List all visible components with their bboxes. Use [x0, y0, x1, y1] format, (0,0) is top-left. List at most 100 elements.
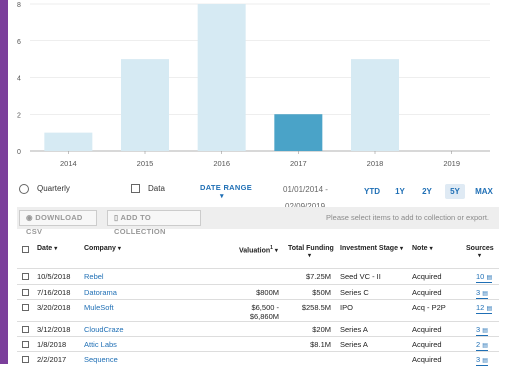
sources-link[interactable]: 2 ▤ — [476, 340, 488, 351]
document-icon: ▤ — [482, 291, 488, 297]
row-checkbox[interactable] — [22, 326, 29, 333]
range-button-max[interactable]: MAX — [473, 184, 495, 199]
sources-count: 2 — [476, 340, 481, 349]
sort-icon: ▾ — [117, 246, 121, 252]
sources-link[interactable]: 3 ▤ — [476, 325, 488, 336]
row-date: 7/16/2018 — [37, 288, 71, 297]
header-date[interactable]: Date ▾ — [37, 245, 57, 252]
quarterly-label: Quarterly — [37, 184, 70, 194]
download-csv-label: DOWNLOAD CSV — [26, 213, 83, 236]
data-label: Data — [148, 184, 165, 193]
range-button-2y[interactable]: 2Y — [418, 184, 436, 199]
header-valuation-label: Valuation — [239, 247, 271, 255]
table-row[interactable]: 3/20/2018 MuleSoft $6,500 - $6,860M $258.5M I… — [17, 299, 499, 321]
row-investment-stage: Seed VC - II — [340, 272, 381, 281]
header-note[interactable]: Note ▾ — [412, 245, 433, 252]
sort-icon: ▾ — [308, 253, 312, 259]
company-link[interactable]: MuleSoft — [84, 303, 114, 312]
sources-link[interactable]: 12 ▤ — [476, 303, 493, 314]
document-icon: ▤ — [482, 328, 488, 334]
accent-sidebar — [0, 0, 8, 364]
sort-icon: ▾ — [399, 246, 403, 252]
sources-link[interactable]: 3 ▤ — [476, 288, 488, 299]
company-link[interactable]: Rebel — [84, 272, 104, 281]
sort-icon: ▾ — [274, 248, 278, 255]
quarterly-radio[interactable] — [19, 184, 29, 194]
row-checkbox[interactable] — [22, 273, 29, 280]
add-to-collection-button[interactable]: ▯ ADD TO COLLECTION — [107, 210, 201, 236]
bar-2015[interactable] — [121, 59, 169, 151]
sources-count: 12 — [476, 303, 485, 312]
date-from: 01/01/2014 - — [283, 185, 328, 194]
bar-2018[interactable] — [351, 59, 399, 151]
header-date-label: Date — [37, 245, 53, 252]
row-date: 3/12/2018 — [37, 325, 71, 334]
action-bar: ◉ DOWNLOAD CSV ▯ ADD TO COLLECTION Pleas… — [17, 207, 499, 236]
row-valuation-high: $6,860M — [249, 312, 279, 321]
row-checkbox[interactable] — [22, 289, 29, 296]
sources-link[interactable]: 3 ▤ — [476, 355, 488, 366]
row-total-funding: $8.1M — [310, 340, 331, 349]
header-valuation[interactable]: Valuation1▾ — [239, 245, 278, 254]
row-date: 10/5/2018 — [37, 272, 71, 281]
date-range-label: DATE RANGE — [200, 183, 253, 192]
company-link[interactable]: Sequence — [84, 355, 118, 364]
row-checkbox[interactable] — [22, 304, 29, 311]
y-tick-label: 8 — [17, 2, 21, 9]
table-row[interactable]: 7/16/2018 Datorama $800M $50M Series C Acquir… — [17, 284, 499, 299]
header-sources[interactable]: Sources ▾ — [466, 245, 494, 259]
bar-2016[interactable] — [197, 4, 246, 151]
data-checkbox[interactable] — [131, 184, 140, 194]
chevron-down-icon: ▾ — [220, 193, 224, 200]
sources-count: 3 — [476, 288, 481, 297]
row-total-funding: $20M — [312, 325, 331, 334]
x-tick-label: 2015 — [137, 159, 154, 168]
sources-count: 3 — [476, 355, 481, 364]
row-checkbox[interactable] — [22, 341, 29, 348]
date-range-dropdown[interactable]: DATE RANGE ▾ — [200, 183, 253, 200]
range-button-5y[interactable]: 5Y — [445, 184, 465, 199]
header-total-funding[interactable]: Total Funding ▾ — [288, 245, 334, 259]
bar-2017[interactable] — [274, 114, 323, 151]
company-link[interactable]: Attic Labs — [84, 340, 117, 349]
company-link[interactable]: CloudCraze — [84, 325, 124, 334]
data-toggle[interactable]: Data — [131, 184, 165, 194]
download-csv-button[interactable]: ◉ DOWNLOAD CSV — [19, 210, 97, 236]
bar-2014[interactable] — [44, 132, 93, 151]
row-date: 2/2/2017 — [37, 355, 67, 364]
document-icon: ▤ — [482, 343, 488, 349]
funding-chart: 0 2 4 6 8 2014 2015 2016 2017 2018 2019 — [8, 0, 512, 178]
sort-icon: ▾ — [478, 253, 482, 259]
row-checkbox[interactable] — [22, 356, 29, 363]
header-company[interactable]: Company ▾ — [84, 245, 121, 252]
x-tick-label: 2017 — [290, 159, 307, 168]
document-icon: ▤ — [486, 275, 493, 281]
table-row[interactable]: 2/2/2017 Sequence Acquired 3 ▤ — [17, 351, 499, 366]
company-link[interactable]: Datorama — [84, 288, 117, 297]
row-investment-stage: Series A — [340, 325, 368, 334]
chart-controls: Quarterly Data DATE RANGE ▾ 01/01/2014 -… — [8, 180, 512, 211]
x-tick-label: 2016 — [213, 159, 230, 168]
document-icon: ▤ — [482, 358, 488, 364]
sources-link[interactable]: 10 ▤ — [476, 272, 493, 283]
y-tick-label: 6 — [17, 39, 21, 46]
table-row[interactable]: 3/12/2018 CloudCraze $20M Series A Acquired 3… — [17, 321, 499, 336]
table-row[interactable]: 10/5/2018 Rebel $7.25M Seed VC - II Acquired… — [17, 268, 499, 284]
quarterly-toggle[interactable]: Quarterly — [19, 184, 70, 194]
table-row[interactable]: 1/8/2018 Attic Labs $8.1M Series A Acquired 2… — [17, 336, 499, 351]
range-button-1y[interactable]: 1Y — [391, 184, 409, 199]
x-tick-label: 2019 — [443, 159, 460, 168]
select-all-checkbox[interactable] — [22, 246, 29, 253]
y-tick-label: 2 — [17, 112, 21, 119]
document-icon: ▤ — [486, 306, 493, 312]
row-total-funding: $258.5M — [301, 303, 331, 312]
range-button-ytd[interactable]: YTD — [361, 184, 383, 199]
sort-icon: ▾ — [429, 246, 433, 252]
sort-icon: ▾ — [54, 246, 58, 252]
header-investment-stage[interactable]: Investment Stage ▾ — [340, 245, 403, 252]
header-total-funding-label: Total Funding — [288, 245, 334, 252]
header-sources-label: Sources — [466, 245, 494, 252]
header-note-label: Note — [412, 245, 428, 252]
x-tick-label: 2014 — [60, 159, 77, 168]
row-note: Acquired — [412, 355, 442, 364]
